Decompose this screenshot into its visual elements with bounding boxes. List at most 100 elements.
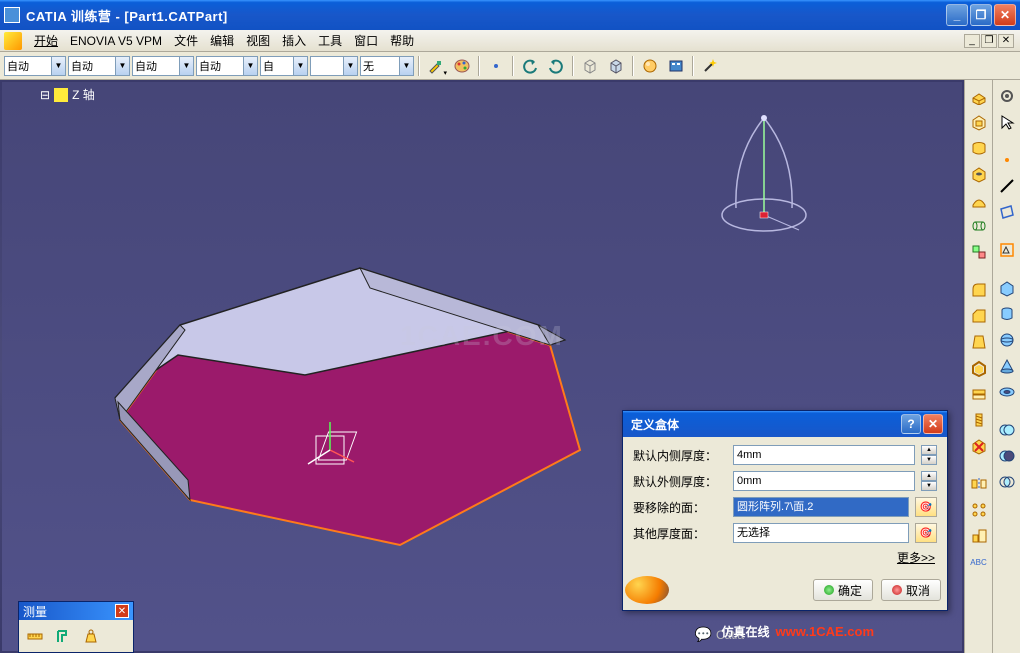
combo-5-input[interactable] [260,56,294,76]
intersect-button[interactable] [995,470,1019,494]
remove-face-field[interactable]: 圆形阵列.7\面.2 [733,497,909,517]
menu-tools[interactable]: 工具 [312,30,348,51]
cone-button[interactable] [995,354,1019,378]
measure-toolbar[interactable]: 测量 ✕ [18,601,134,653]
dropdown-icon[interactable]: ▼ [400,56,414,76]
torus-button[interactable] [995,380,1019,404]
combo-1-input[interactable] [4,56,52,76]
rib-button[interactable] [967,188,991,212]
redo-button[interactable] [544,54,568,78]
ok-button[interactable]: 确定 [813,579,873,601]
palette-button[interactable] [450,54,474,78]
dialog-close-button[interactable]: ✕ [923,414,943,434]
measure-item-button[interactable] [51,624,75,648]
compass-widget[interactable] [704,100,824,240]
wand-button[interactable] [698,54,722,78]
cancel-button[interactable]: 取消 [881,579,941,601]
mdi-close-button[interactable]: ✕ [998,34,1014,48]
pattern-button[interactable] [967,498,991,522]
mdi-minimize-button[interactable]: _ [964,34,980,48]
combo-2[interactable]: ▼ [68,56,130,76]
menu-window[interactable]: 窗口 [348,30,384,51]
sketch-button[interactable] [995,238,1019,262]
assemble-button[interactable] [967,240,991,264]
thickness-button[interactable] [967,382,991,406]
combo-1[interactable]: ▼ [4,56,66,76]
pocket-button[interactable] [967,110,991,134]
combo-6-input[interactable] [310,56,344,76]
close-button[interactable]: ✕ [994,4,1016,26]
remove-face-picker[interactable]: 🎯 [915,497,937,517]
outer-thickness-input[interactable] [733,471,915,491]
pad-button[interactable] [967,84,991,108]
union-button[interactable] [995,418,1019,442]
inner-thickness-spinner[interactable]: ▲▼ [921,445,937,465]
cylinder-button[interactable] [995,302,1019,326]
menu-file[interactable]: 文件 [168,30,204,51]
combo-2-input[interactable] [68,56,116,76]
menu-start[interactable]: 开始 [28,30,64,51]
menu-help[interactable]: 帮助 [384,30,420,51]
outer-thickness-spinner[interactable]: ▲▼ [921,471,937,491]
remove-face-button[interactable] [967,434,991,458]
point-tool-button[interactable] [995,148,1019,172]
inner-thickness-input[interactable] [733,445,915,465]
dropdown-icon[interactable]: ▼ [116,56,130,76]
point-button[interactable] [484,54,508,78]
mdi-restore-button[interactable]: ❐ [981,34,997,48]
combo-7[interactable]: ▼ [360,56,414,76]
settings-button[interactable] [995,84,1019,108]
subtract-button[interactable] [995,444,1019,468]
combo-6[interactable]: ▼ [310,56,358,76]
combo-3[interactable]: ▼ [132,56,194,76]
measure-inertia-button[interactable] [79,624,103,648]
mirror-button[interactable] [967,472,991,496]
dialog-help-button[interactable]: ? [901,414,921,434]
measure-close-button[interactable]: ✕ [115,604,129,618]
catalog-button[interactable] [664,54,688,78]
dropdown-icon[interactable]: ▼ [244,56,258,76]
sphere-button[interactable] [995,328,1019,352]
3d-viewport[interactable]: ⊟ Z 轴 [0,80,964,653]
chamfer-button[interactable] [967,304,991,328]
maximize-button[interactable]: ❐ [970,4,992,26]
shaft-button[interactable] [967,136,991,160]
menu-enovia[interactable]: ENOVIA V5 VPM [64,32,168,50]
minimize-button[interactable]: _ [946,4,968,26]
box-1-button[interactable] [578,54,602,78]
measure-between-button[interactable] [23,624,47,648]
other-face-field[interactable]: 无选择 [733,523,909,543]
combo-4-input[interactable] [196,56,244,76]
dropdown-icon[interactable]: ▼ [294,56,308,76]
menu-view[interactable]: 视图 [240,30,276,51]
combo-7-input[interactable] [360,56,400,76]
material-button[interactable] [638,54,662,78]
menu-edit[interactable]: 编辑 [204,30,240,51]
line-tool-button[interactable] [995,174,1019,198]
dropdown-icon[interactable]: ▼ [52,56,66,76]
more-link[interactable]: 更多>> [633,549,935,566]
dropdown-icon[interactable]: ▼ [180,56,194,76]
multi-section-button[interactable] [967,214,991,238]
paint-button[interactable]: ▾ [424,54,448,78]
box-2-button[interactable] [604,54,628,78]
dialog-titlebar[interactable]: 定义盒体 ? ✕ [623,411,947,437]
combo-3-input[interactable] [132,56,180,76]
plane-tool-button[interactable] [995,200,1019,224]
box-solid-button[interactable] [995,276,1019,300]
dropdown-icon[interactable]: ▼ [344,56,358,76]
undo-button[interactable] [518,54,542,78]
scale-button[interactable] [967,524,991,548]
draft-button[interactable] [967,330,991,354]
combo-5[interactable]: ▼ [260,56,308,76]
cursor-button[interactable] [995,110,1019,134]
menu-insert[interactable]: 插入 [276,30,312,51]
tree-node-z-axis[interactable]: ⊟ Z 轴 [40,86,95,103]
other-face-picker[interactable]: 🎯 [915,523,937,543]
hole-button[interactable] [967,162,991,186]
thread-button[interactable] [967,408,991,432]
shell-button[interactable] [967,356,991,380]
combo-4[interactable]: ▼ [196,56,258,76]
3d-model[interactable] [60,180,620,560]
fillet-button[interactable] [967,278,991,302]
